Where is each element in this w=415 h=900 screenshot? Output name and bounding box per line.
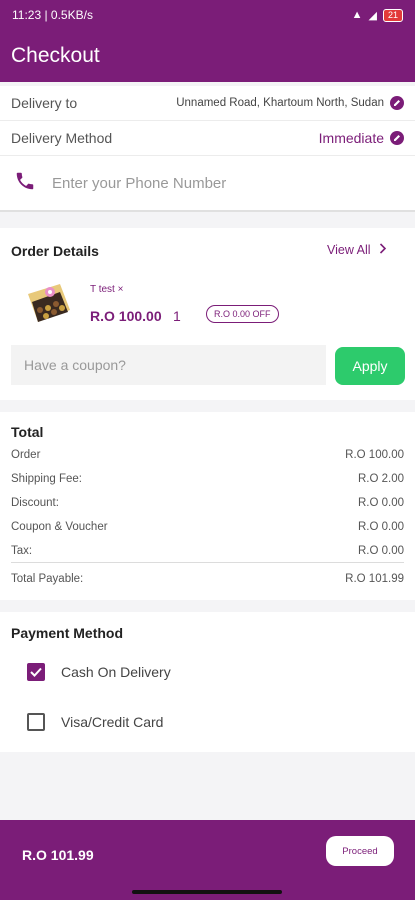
- apply-button[interactable]: Apply: [335, 347, 405, 385]
- chevron-right-icon: [379, 243, 387, 257]
- home-indicator[interactable]: [132, 890, 282, 894]
- payment-option-cod[interactable]: Cash On Delivery: [0, 647, 415, 697]
- product-quantity: 1: [173, 308, 181, 324]
- view-all-link[interactable]: View All: [327, 243, 387, 257]
- order-details-title: Order Details: [11, 243, 99, 259]
- status-icons: ▲ ◢ 21: [351, 8, 403, 22]
- totals-value: R.O 0.00: [357, 497, 404, 509]
- product-price: R.O 100.00: [90, 308, 162, 324]
- discount-badge: R.O 0.00 OFF: [206, 305, 279, 323]
- page-title: Checkout: [11, 44, 100, 67]
- signal-icon: ▲: [351, 9, 363, 21]
- app-bar: Checkout: [0, 30, 415, 82]
- view-all-label: View All: [327, 243, 371, 257]
- payment-option-label: Visa/Credit Card: [61, 714, 164, 730]
- payment-option-label: Cash On Delivery: [61, 664, 171, 680]
- totals-value: R.O 2.00: [357, 473, 404, 485]
- totals-row-payable: Total Payable: R.O 101.99: [0, 567, 415, 591]
- total-payable-label: Total Payable:: [11, 573, 84, 585]
- edit-address-icon[interactable]: [390, 96, 404, 110]
- totals-row-order: Order R.O 100.00: [0, 443, 415, 467]
- totals-label: Shipping Fee:: [11, 473, 82, 485]
- coupon-input[interactable]: [11, 345, 326, 385]
- delivery-to-label: Delivery to: [11, 95, 78, 111]
- proceed-button[interactable]: Proceed: [326, 836, 394, 866]
- delivery-method-row[interactable]: Delivery Method Immediate: [0, 121, 415, 156]
- checkbox-checked-icon[interactable]: [27, 663, 45, 681]
- edit-method-icon[interactable]: [390, 131, 404, 145]
- payment-card: Payment Method Cash On Delivery Visa/Cre…: [0, 612, 415, 752]
- totals-value: R.O 0.00: [357, 521, 404, 533]
- totals-row-shipping: Shipping Fee: R.O 2.00: [0, 467, 415, 491]
- payment-option-card[interactable]: Visa/Credit Card: [0, 697, 415, 747]
- totals-row-tax: Tax: R.O 0.00: [11, 539, 404, 563]
- totals-card: Total Order R.O 100.00 Shipping Fee: R.O…: [0, 412, 415, 600]
- checkbox-unchecked-icon[interactable]: [27, 713, 45, 731]
- bottom-total-amount: R.O 101.99: [22, 847, 94, 863]
- product-name: T test ×: [90, 284, 124, 295]
- totals-label: Tax:: [11, 544, 33, 557]
- totals-label: Order: [11, 449, 41, 461]
- totals-label: Discount:: [11, 497, 59, 509]
- totals-title: Total: [11, 424, 44, 440]
- status-bar: 11:23 | 0.5KB/s ▲ ◢ 21: [0, 0, 415, 30]
- totals-value: R.O 0.00: [357, 544, 404, 557]
- battery-icon: 21: [382, 8, 403, 22]
- phone-input[interactable]: [52, 174, 372, 192]
- payment-title: Payment Method: [11, 625, 124, 641]
- totals-label: Coupon & Voucher: [11, 521, 108, 533]
- delivery-address: Unnamed Road, Khartoum North, Sudan: [176, 97, 384, 109]
- delivery-card: Delivery to Unnamed Road, Khartoum North…: [0, 86, 415, 212]
- phone-row: [0, 156, 415, 212]
- totals-row-discount: Discount: R.O 0.00: [0, 491, 415, 515]
- product-image: [24, 280, 74, 330]
- bottom-bar: R.O 101.99 Proceed: [0, 820, 415, 900]
- delivery-to-row[interactable]: Delivery to Unnamed Road, Khartoum North…: [0, 86, 415, 121]
- totals-value: R.O 100.00: [345, 449, 404, 461]
- payment-options: Cash On Delivery Visa/Credit Card: [0, 647, 415, 747]
- phone-icon: [14, 170, 36, 197]
- wifi-icon: ◢: [368, 9, 377, 22]
- delivery-method-value: Immediate: [318, 130, 384, 146]
- status-time: 11:23 | 0.5KB/s: [12, 8, 93, 22]
- delivery-method-label: Delivery Method: [11, 130, 113, 146]
- total-payable-value: R.O 101.99: [345, 573, 404, 585]
- totals-row-coupon: Coupon & Voucher R.O 0.00: [0, 515, 415, 539]
- totals-list: Order R.O 100.00 Shipping Fee: R.O 2.00 …: [0, 443, 415, 591]
